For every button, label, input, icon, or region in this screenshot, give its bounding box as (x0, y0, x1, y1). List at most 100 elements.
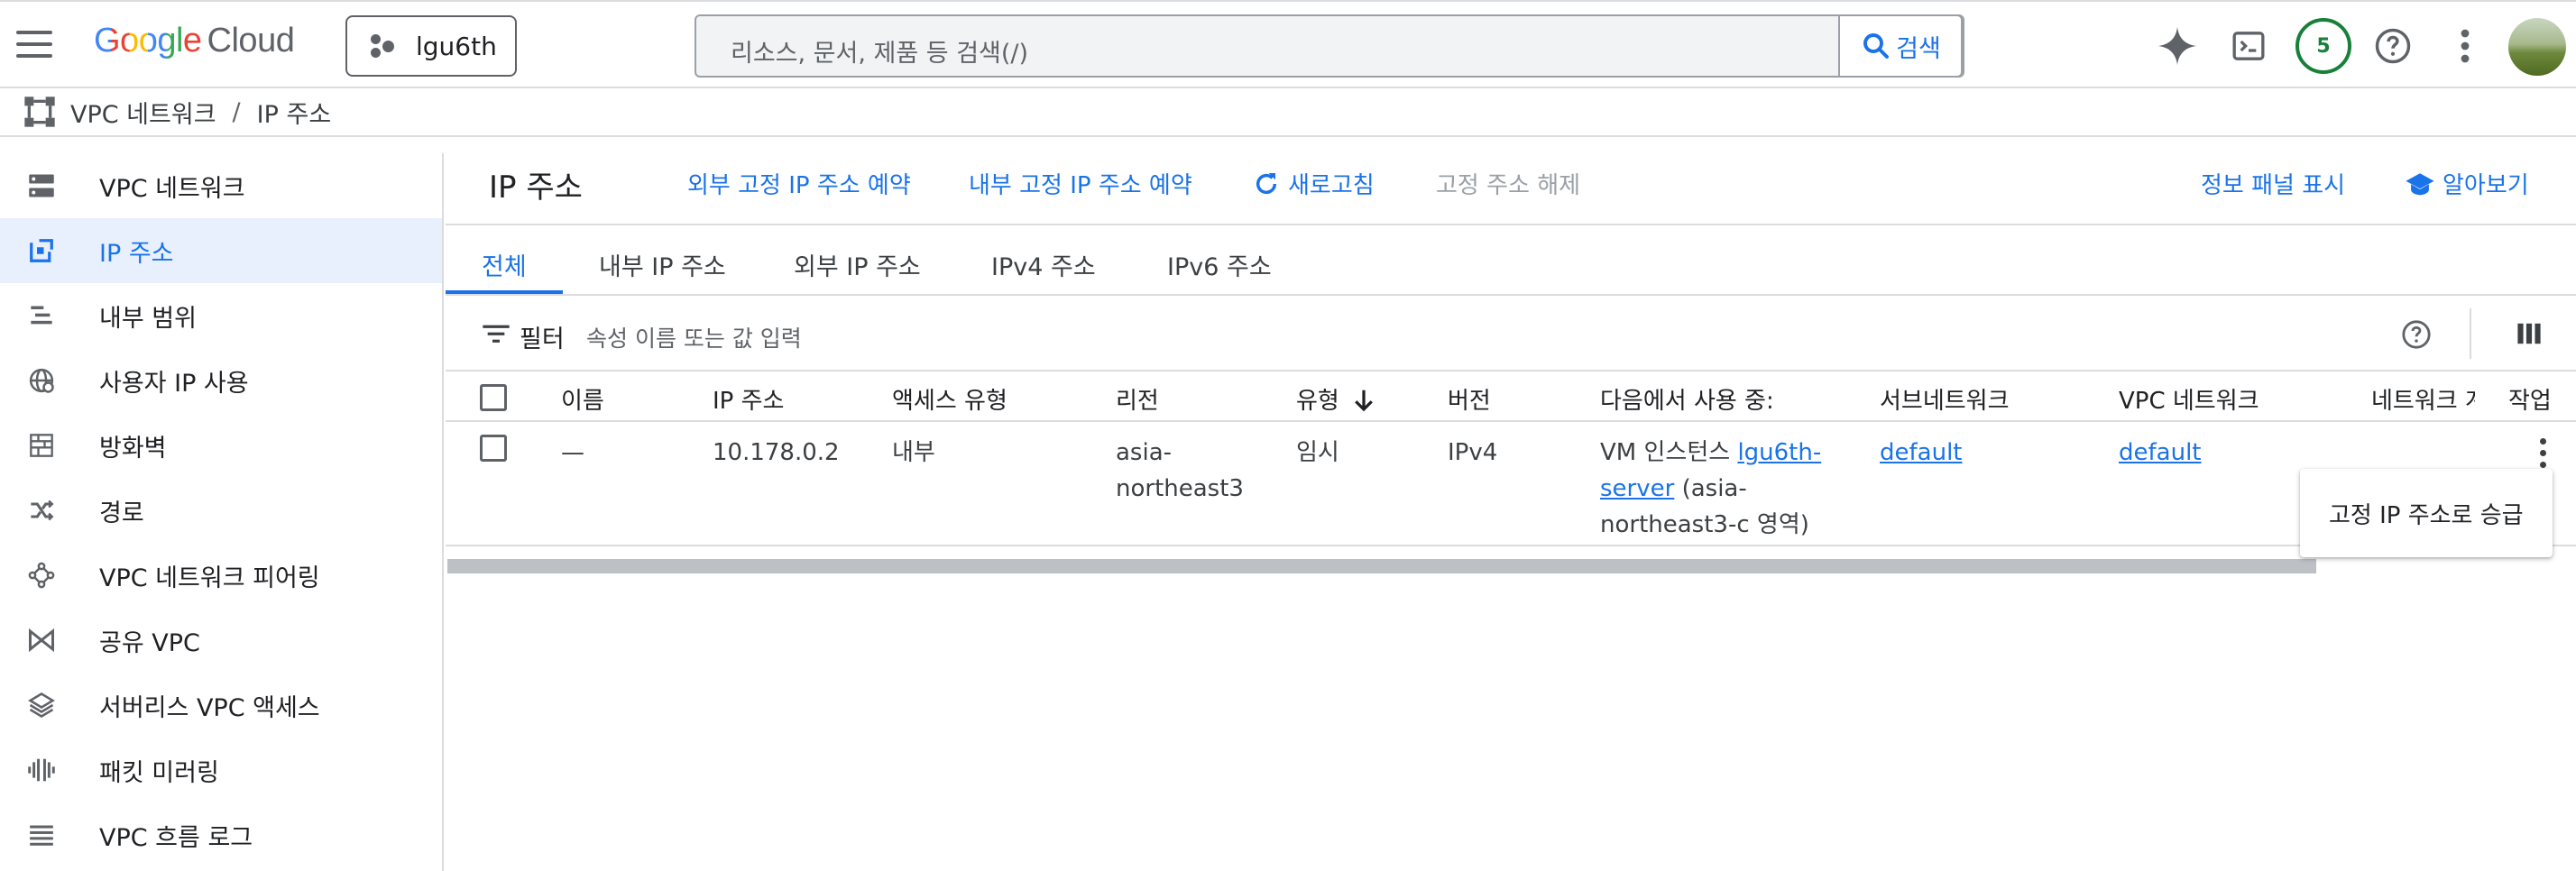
select-all-checkbox[interactable] (480, 384, 507, 411)
logo-google-text: Google (94, 22, 202, 60)
table-row: — 10.178.0.2 내부 asia-northeast3 임시 IPv4 … (446, 422, 2576, 546)
sidebar-item-byoip[interactable]: 사용자 IP 사용 (0, 348, 442, 413)
reserve-internal-ip-button[interactable]: 내부 고정 IP 주소 예약 (969, 167, 1192, 200)
filter-input[interactable]: 속성 이름 또는 값 입력 (586, 321, 802, 353)
column-name[interactable]: 이름 (561, 382, 604, 416)
sidebar-item-label: 내부 범위 (99, 304, 197, 333)
divider (2470, 308, 2471, 359)
sidebar-item-label: VPC 네트워크 (99, 174, 245, 203)
breadcrumb-separator: / (232, 97, 241, 126)
reserve-external-ip-button[interactable]: 외부 고정 IP 주소 예약 (687, 167, 911, 200)
column-version[interactable]: 버전 (1448, 382, 1491, 416)
promote-to-static-menu-item[interactable]: 고정 IP 주소로 승급 (2329, 497, 2524, 530)
column-network-tier[interactable]: 네트워크 계 (2371, 382, 2475, 416)
breadcrumb-root[interactable]: VPC 네트워크 (70, 95, 216, 130)
gemini-sparkle-icon[interactable] (2153, 22, 2202, 70)
firewall-icon (25, 431, 58, 460)
search-button[interactable]: 검색 (1838, 14, 1963, 78)
shared-vpc-icon (25, 626, 58, 655)
sidebar-item-internal-range[interactable]: 내부 범위 (0, 283, 442, 348)
column-ip-address[interactable]: IP 주소 (713, 382, 784, 416)
table-header: 이름 IP 주소 액세스 유형 리전 유형 버전 다음에서 사용 중: 서브네트… (446, 371, 2576, 422)
refresh-label: 새로고침 (1288, 172, 1375, 199)
cell-version: IPv4 (1448, 439, 1498, 466)
sidebar-item-label: 서버리스 VPC 액세스 (99, 693, 320, 722)
sidebar-item-serverless-vpc[interactable]: 서버리스 VPC 액세스 (0, 673, 442, 738)
sidebar-item-routes[interactable]: 경로 (0, 478, 442, 543)
sidebar-item-peering[interactable]: VPC 네트워크 피어링 (0, 543, 442, 608)
row-actions-menu-icon[interactable] (2525, 431, 2561, 474)
search-input[interactable]: 리소스, 문서, 제품 등 검색(/) (731, 33, 1028, 69)
internal-range-icon (25, 301, 58, 330)
breadcrumb-current: IP 주소 (256, 100, 332, 129)
in-use-by-prefix: VM 인스턴스 (1600, 439, 1738, 466)
context-menu: 고정 IP 주소로 승급 (2300, 469, 2553, 557)
sidebar-item-label: 경로 (99, 499, 144, 527)
sidebar-item-label: 사용자 IP 사용 (99, 369, 249, 398)
cell-in-use-by: VM 인스턴스 lgu6th-server (asia-northeast3-c… (1600, 435, 1844, 543)
sidebar-item-flow-logs[interactable]: VPC 흐름 로그 (0, 802, 442, 867)
column-display-icon[interactable] (2516, 321, 2542, 350)
notification-badge[interactable]: 5 (2295, 18, 2351, 74)
flow-logs-icon (25, 821, 58, 849)
instance-link[interactable]: lgu6th- (1737, 439, 1821, 466)
sidebar-item-vpc-network[interactable]: VPC 네트워크 (0, 153, 442, 218)
packet-mirroring-icon (25, 756, 58, 784)
sidebar-item-shared-vpc[interactable]: 공유 VPC (0, 608, 442, 673)
cell-region-line1: asia- (1116, 439, 1173, 466)
subnet-link[interactable]: default (1880, 435, 1962, 471)
learn-button[interactable]: 알아보기 (2405, 167, 2529, 200)
main-content: IP 주소 외부 고정 IP 주소 예약 내부 고정 IP 주소 예약 새로고침… (446, 137, 2576, 871)
main-menu-icon[interactable] (16, 31, 52, 60)
search-bar[interactable]: 리소스, 문서, 제품 등 검색(/) 검색 (695, 14, 1964, 78)
sidebar-item-packet-mirroring[interactable]: 패킷 미러링 (0, 738, 442, 802)
tab-all[interactable]: 전체 (482, 247, 527, 282)
tab-ipv4[interactable]: IPv4 주소 (991, 247, 1096, 282)
column-subnetwork[interactable]: 서브네트워크 (1880, 382, 2010, 416)
globe-icon (25, 366, 58, 395)
project-selector[interactable]: lgu6th (345, 15, 517, 77)
sidebar-item-label: 공유 VPC (99, 628, 200, 657)
release-static-address-button[interactable]: 고정 주소 해제 (1436, 167, 1580, 200)
column-region[interactable]: 리전 (1116, 382, 1159, 416)
cloud-shell-icon[interactable] (2224, 22, 2273, 70)
vpc-network-icon (24, 96, 55, 127)
column-vpc-network[interactable]: VPC 네트워크 (2119, 382, 2259, 416)
sidebar-item-label: IP 주소 (99, 239, 174, 268)
google-cloud-logo[interactable]: Google Cloud (94, 22, 295, 60)
column-type[interactable]: 유형 (1296, 382, 1377, 416)
logo-cloud-text: Cloud (207, 22, 295, 60)
tab-internal-ip[interactable]: 내부 IP 주소 (599, 247, 726, 282)
vpc-network-link[interactable]: default (2119, 435, 2201, 471)
filter-bar: 필터 속성 이름 또는 값 입력 (446, 298, 2576, 371)
routes-icon (25, 496, 58, 525)
show-info-panel-button[interactable]: 정보 패널 표시 (2201, 167, 2345, 200)
sidebar-item-label: 패킷 미러링 (99, 758, 219, 787)
instance-link-cont[interactable]: server (1600, 475, 1674, 502)
refresh-button[interactable]: 새로고침 (1252, 167, 1375, 200)
horizontal-scrollbar[interactable] (447, 559, 2316, 573)
project-icon (369, 32, 396, 60)
vpc-network-icon (25, 171, 58, 200)
column-access-type[interactable]: 액세스 유형 (892, 382, 1007, 416)
in-use-by-zone: northeast3-c 영역) (1600, 511, 1809, 538)
breadcrumb: VPC 네트워크 / IP 주소 (0, 88, 2576, 137)
help-icon[interactable] (2401, 319, 2432, 353)
help-icon[interactable] (2369, 22, 2417, 70)
account-avatar[interactable] (2508, 18, 2566, 76)
active-tab-indicator (446, 290, 563, 294)
project-name: lgu6th (416, 31, 497, 61)
search-button-label: 검색 (1896, 34, 1941, 63)
filter-label: 필터 (520, 325, 565, 353)
tab-ipv6[interactable]: IPv6 주소 (1167, 247, 1272, 282)
sidebar-item-firewall[interactable]: 방화벽 (0, 413, 442, 478)
school-icon (2406, 173, 2434, 196)
top-bar: Google Cloud lgu6th 리소스, 문서, 제품 등 검색(/) 검… (0, 0, 2576, 88)
tab-external-ip[interactable]: 외부 IP 주소 (794, 247, 921, 282)
ip-address-icon (25, 236, 58, 265)
sidebar-item-ip-address[interactable]: IP 주소 (0, 218, 442, 283)
filter-icon[interactable] (482, 321, 511, 350)
row-checkbox[interactable] (480, 435, 507, 462)
column-in-use-by[interactable]: 다음에서 사용 중: (1600, 382, 1774, 416)
more-vert-icon[interactable] (2441, 22, 2489, 70)
